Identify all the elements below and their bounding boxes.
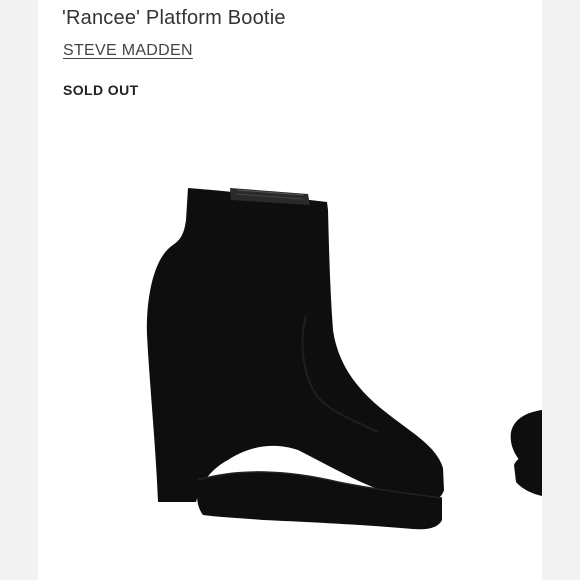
- product-card: 'Rancee' Platform Bootie STEVE MADDEN SO…: [38, 0, 542, 580]
- product-image[interactable]: [38, 150, 542, 580]
- second-boot-partial: [510, 410, 542, 496]
- product-title: 'Rancee' Platform Bootie: [62, 7, 286, 29]
- boot-image: [146, 188, 542, 530]
- brand-link[interactable]: STEVE MADDEN: [63, 42, 193, 60]
- sold-out-badge: SOLD OUT: [63, 82, 139, 98]
